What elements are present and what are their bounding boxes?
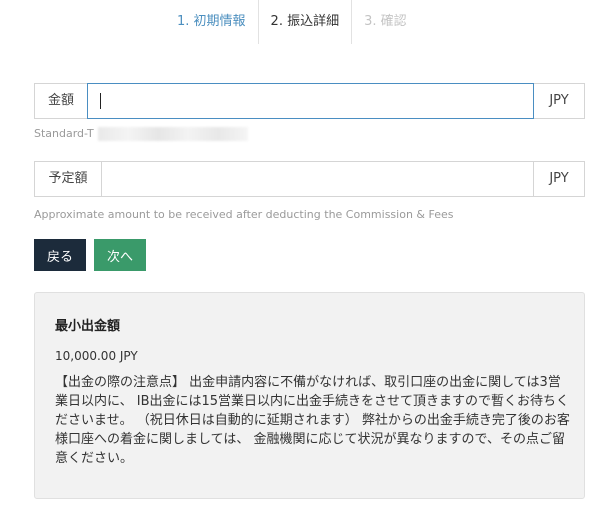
account-line: Standard-T (34, 127, 248, 141)
next-button[interactable]: 次へ (94, 239, 146, 271)
text-caret (100, 93, 101, 109)
expected-helper-text: Approximate amount to be received after … (34, 208, 454, 221)
back-button[interactable]: 戻る (34, 239, 86, 271)
withdrawal-notice: 【出金の際の注意点】 出金申請内容に不備がなければ、取引口座の出金に関しては3営… (55, 375, 570, 466)
minimum-amount: 10,000.00 JPY (55, 349, 138, 363)
amount-input-group: 金額 JPY (34, 83, 585, 119)
step-confirm: 3. 確認 (351, 0, 419, 44)
amount-currency: JPY (534, 83, 585, 119)
panel-title: 最小出金額 (55, 319, 121, 334)
expected-input-group: 予定額 JPY (34, 161, 585, 197)
account-name: Standard-T (34, 127, 94, 140)
expected-currency: JPY (534, 161, 585, 197)
withdrawal-form-page: 1. 初期情報 2. 振込詳細 3. 確認 金額 JPY Standard-T … (0, 0, 605, 521)
expected-amount-input[interactable] (101, 161, 534, 197)
minimum-withdrawal-panel: 最小出金額 10,000.00 JPY 【出金の際の注意点】 出金申請内容に不備… (34, 292, 585, 499)
step-initial-info[interactable]: 1. 初期情報 (165, 0, 258, 44)
expected-label: 予定額 (34, 161, 101, 197)
redacted-account-number (97, 127, 248, 141)
amount-input[interactable] (87, 83, 534, 119)
step-indicator: 1. 初期情報 2. 振込詳細 3. 確認 (165, 0, 419, 44)
step-transfer-details: 2. 振込詳細 (257, 0, 352, 44)
amount-label: 金額 (34, 83, 87, 119)
